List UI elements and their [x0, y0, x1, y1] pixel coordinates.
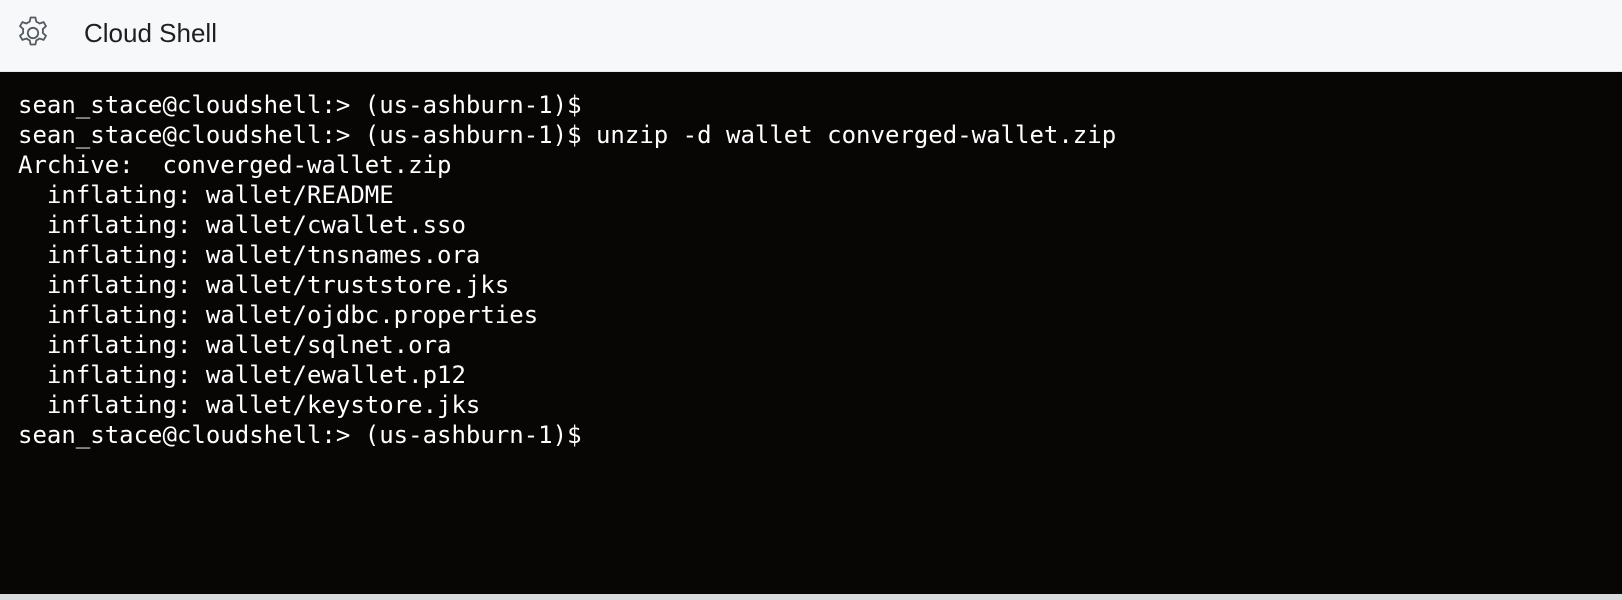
terminal-line: sean_stace@cloudshell:> (us-ashburn-1)$ … [18, 121, 1117, 149]
terminal-output[interactable]: sean_stace@cloudshell:> (us-ashburn-1)$ … [0, 72, 1622, 594]
gear-icon[interactable] [14, 14, 52, 52]
terminal-line: inflating: wallet/ewallet.p12 [18, 361, 466, 389]
bottom-border [0, 594, 1622, 600]
terminal-line: inflating: wallet/sqlnet.ora [18, 331, 452, 359]
cloud-shell-window: Cloud Shell sean_stace@cloudshell:> (us-… [0, 0, 1622, 600]
page-title: Cloud Shell [84, 18, 217, 48]
terminal-line: inflating: wallet/ojdbc.properties [18, 301, 539, 329]
terminal-line: inflating: wallet/keystore.jks [18, 391, 481, 419]
terminal-line: Archive: converged-wallet.zip [18, 151, 452, 179]
terminal-line: inflating: wallet/tnsnames.ora [18, 241, 481, 269]
terminal-line: inflating: wallet/truststore.jks [18, 271, 510, 299]
terminal-prompt-line: sean_stace@cloudshell:> (us-ashburn-1)$ [18, 421, 582, 449]
terminal-line: sean_stace@cloudshell:> (us-ashburn-1)$ [18, 91, 582, 119]
cloud-shell-header: Cloud Shell [0, 0, 1622, 72]
terminal-line: inflating: wallet/cwallet.sso [18, 211, 466, 239]
terminal-line: inflating: wallet/README [18, 181, 394, 209]
